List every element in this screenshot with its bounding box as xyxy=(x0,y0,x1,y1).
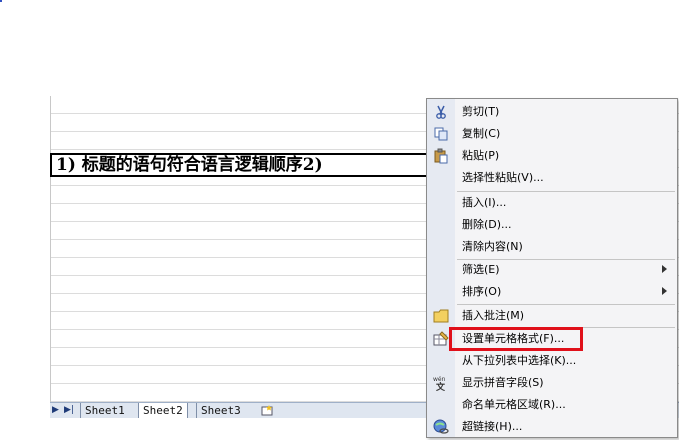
submenu-arrow-icon xyxy=(662,287,667,295)
menu-item-name-range[interactable]: 命名单元格区域(R)... xyxy=(427,394,677,416)
hyperlink-icon xyxy=(433,419,449,434)
menu-item-paste-special[interactable]: 选择性粘贴(V)... xyxy=(427,167,677,189)
tab-sheet1[interactable]: Sheet1 xyxy=(80,403,129,418)
selected-cell[interactable]: 1) 标题的语句符合语言逻辑顺序2) xyxy=(50,153,430,177)
menu-item-insert[interactable]: 插入(I)... xyxy=(427,192,677,214)
menu-item-pick-from-list[interactable]: 从下拉列表中选择(K)... xyxy=(427,350,677,372)
comment-icon xyxy=(433,309,449,323)
menu-item-copy[interactable]: 复制(C) xyxy=(427,123,677,145)
format-cells-icon xyxy=(433,331,449,346)
menu-item-label: 剪切(T) xyxy=(462,105,500,118)
menu-item-sort[interactable]: 排序(O) xyxy=(427,281,677,303)
corner-mark xyxy=(0,0,2,2)
menu-item-label: 清除内容(N) xyxy=(462,240,523,253)
context-menu: 剪切(T) 复制(C) 粘贴(P) 选择性粘贴(V)... 插入(I)... 删… xyxy=(426,98,678,438)
menu-item-label: 删除(D)... xyxy=(462,218,512,231)
menu-item-label: 从下拉列表中选择(K)... xyxy=(462,354,577,367)
menu-item-show-phonetic[interactable]: wén 文 显示拼音字段(S) xyxy=(427,372,677,394)
tab-scroll-first-icon[interactable]: ▶ xyxy=(52,405,59,415)
menu-item-label: 筛选(E) xyxy=(462,263,500,276)
menu-item-label: 排序(O) xyxy=(462,285,502,298)
grid-left-border xyxy=(50,96,51,402)
insert-sheet-icon[interactable] xyxy=(260,404,274,416)
menu-item-label: 超链接(H)... xyxy=(462,420,523,433)
menu-item-label: 粘贴(P) xyxy=(462,149,500,162)
tab-sheet3[interactable]: Sheet3 xyxy=(196,403,245,418)
format-cells-highlight-box xyxy=(449,327,583,351)
tab-scroll-last-icon[interactable]: ▶| xyxy=(64,405,74,415)
menu-item-label: 插入批注(M) xyxy=(462,309,525,322)
svg-text:文: 文 xyxy=(435,381,446,391)
svg-text:wén: wén xyxy=(433,376,446,383)
menu-item-label: 显示拼音字段(S) xyxy=(462,376,544,389)
submenu-arrow-icon xyxy=(662,265,667,273)
menu-item-hyperlink[interactable]: 超链接(H)... xyxy=(427,416,677,438)
menu-item-filter[interactable]: 筛选(E) xyxy=(427,259,677,281)
menu-item-clear-contents[interactable]: 清除内容(N) xyxy=(427,236,677,258)
menu-item-label: 插入(I)... xyxy=(462,196,507,209)
menu-item-insert-comment[interactable]: 插入批注(M) xyxy=(427,305,677,327)
menu-item-delete[interactable]: 删除(D)... xyxy=(427,214,677,236)
menu-item-paste[interactable]: 粘贴(P) xyxy=(427,145,677,167)
menu-item-cut[interactable]: 剪切(T) xyxy=(427,101,677,123)
menu-item-label: 选择性粘贴(V)... xyxy=(462,171,544,184)
phonetic-icon: wén 文 xyxy=(433,376,446,391)
paste-icon xyxy=(434,148,448,164)
copy-icon xyxy=(434,127,448,141)
scissors-icon xyxy=(436,105,446,119)
menu-item-label: 复制(C) xyxy=(462,127,501,140)
menu-item-label: 命名单元格区域(R)... xyxy=(462,398,566,411)
tab-sheet2[interactable]: Sheet2 xyxy=(138,403,188,419)
